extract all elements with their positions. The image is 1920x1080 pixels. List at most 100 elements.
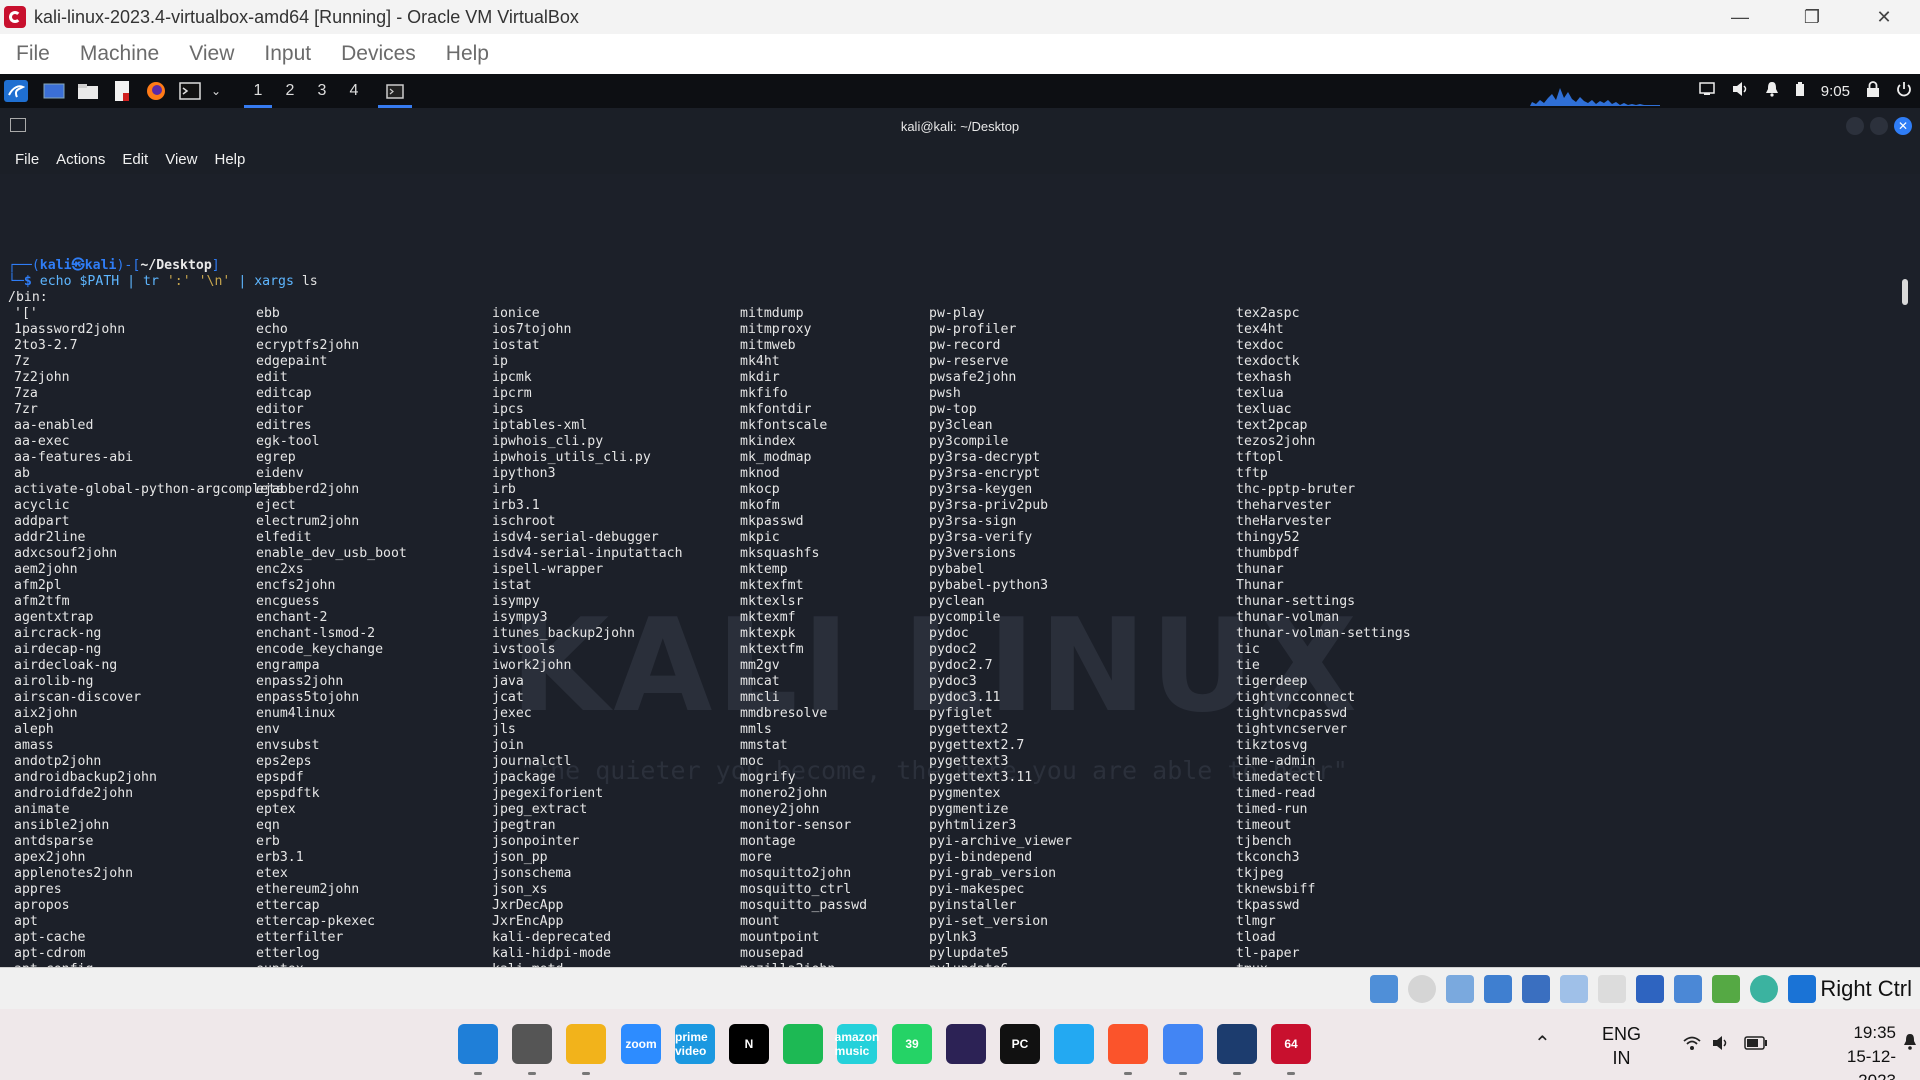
file-entry: ipcs <box>492 402 524 417</box>
cpu-activity-icon[interactable] <box>1712 975 1740 1003</box>
file-entry: pygettext2 <box>929 722 1009 737</box>
terminal-menu-file[interactable]: File <box>15 151 39 168</box>
file-entry: texlua <box>1236 386 1284 401</box>
window-mode-icon[interactable] <box>1674 975 1702 1003</box>
taskbar-app-eclipse[interactable] <box>946 1024 986 1064</box>
network-icon[interactable] <box>1484 975 1512 1003</box>
chevron-down-icon[interactable]: ⌄ <box>204 80 228 102</box>
close-button[interactable]: ✕ <box>1848 0 1920 34</box>
taskbar-app-prime-video[interactable]: prime video <box>675 1024 715 1064</box>
menu-view[interactable]: View <box>189 42 234 66</box>
menu-devices[interactable]: Devices <box>341 42 416 66</box>
file-entry: egrep <box>256 450 296 465</box>
hard-disk-icon[interactable] <box>1370 975 1398 1003</box>
maximize-button[interactable]: ❐ <box>1776 0 1848 34</box>
terminal-menu-view[interactable]: View <box>165 151 197 168</box>
notification-bell-icon[interactable] <box>1765 81 1779 102</box>
taskbar-app-vscode[interactable] <box>1054 1024 1094 1064</box>
file-entry: pydoc3.11 <box>929 690 1001 705</box>
file-manager-icon[interactable] <box>76 80 100 102</box>
display-settings-icon[interactable] <box>1598 975 1626 1003</box>
workspace-4[interactable]: 4 <box>338 74 370 108</box>
usb-icon[interactable] <box>1522 975 1550 1003</box>
menu-input[interactable]: Input <box>264 42 311 66</box>
workspace-3[interactable]: 3 <box>306 74 338 108</box>
terminal-scrollbar[interactable] <box>1902 279 1908 305</box>
file-entry: thingy52 <box>1236 530 1300 545</box>
terminal-launcher-icon[interactable] <box>178 80 202 102</box>
file-entry: aleph <box>14 722 54 737</box>
taskbar-app-task-view[interactable] <box>512 1024 552 1064</box>
file-entry: elfedit <box>256 530 312 545</box>
file-entry: jpeg_extract <box>492 802 588 817</box>
taskbar-app-virtualbox[interactable] <box>1217 1024 1257 1064</box>
mouse-integration-icon[interactable] <box>1788 975 1816 1003</box>
taskbar-app-pycharm[interactable]: PC <box>1000 1024 1040 1064</box>
notification-center-icon[interactable] <box>1902 1033 1918 1056</box>
terminal-maximize-button[interactable] <box>1870 117 1888 135</box>
file-entry: thunar-volman <box>1236 610 1340 625</box>
file-entry: aa-enabled <box>14 418 94 433</box>
show-desktop-icon[interactable] <box>42 80 66 102</box>
panel-clock[interactable]: 9:05 <box>1821 83 1850 100</box>
file-entry: Thunar <box>1236 578 1284 593</box>
taskbar-app-debian-app[interactable]: 64 <box>1271 1024 1311 1064</box>
ls-column-2: ebb echo ecryptfs2john edgepaint edit editcap… <box>256 306 407 967</box>
menu-file[interactable]: File <box>16 42 50 66</box>
taskbar-clock[interactable]: 19:35 15-12-2023 <box>1822 1021 1896 1080</box>
file-entry: epspdf <box>256 770 304 785</box>
running-indicator <box>474 1072 482 1075</box>
taskbar-app-brave[interactable] <box>1108 1024 1148 1064</box>
firefox-icon[interactable] <box>144 80 168 102</box>
terminal-menu-edit[interactable]: Edit <box>122 151 148 168</box>
speaker-icon[interactable] <box>1712 1035 1730 1056</box>
taskbar-app-amazon-music[interactable]: amazon music <box>835 1024 879 1064</box>
terminal-menu-actions[interactable]: Actions <box>56 151 105 168</box>
menu-help[interactable]: Help <box>446 42 489 66</box>
taskbar-app-chrome[interactable] <box>1163 1024 1203 1064</box>
shared-folders-icon[interactable] <box>1560 975 1588 1003</box>
file-entry: aa-exec <box>14 434 70 449</box>
display-icon[interactable] <box>1699 81 1715 101</box>
taskbar-app-netflix[interactable]: N <box>729 1024 769 1064</box>
file-entry: mk4ht <box>740 354 780 369</box>
taskbar-app-windows-start[interactable] <box>458 1024 498 1064</box>
taskbar-app-file-explorer[interactable] <box>566 1024 606 1064</box>
text-editor-icon[interactable] <box>110 80 134 102</box>
battery-tray-icon[interactable] <box>1744 1036 1768 1055</box>
file-entry: aa-features-abi <box>14 450 134 465</box>
file-entry: jsonschema <box>492 866 572 881</box>
chevron-up-icon[interactable]: ⌃ <box>1534 1031 1551 1056</box>
taskbar-app-zoom[interactable]: zoom <box>621 1024 661 1064</box>
logout-icon[interactable] <box>1896 81 1912 102</box>
ls-column-1: '[' 1password2john 2to3-2.7 7z 7z2john 7za 7zr… <box>14 306 284 967</box>
file-entry: airscan-discover <box>14 690 142 705</box>
volume-icon[interactable] <box>1731 81 1749 102</box>
terminal-minimize-button[interactable] <box>1846 117 1864 135</box>
terminal-close-button[interactable]: ✕ <box>1894 117 1912 135</box>
virtualbox-menu-bar: File Machine View Input Devices Help <box>0 34 1920 74</box>
terminal-output[interactable]: KALI LINUX "the quieter you become, the … <box>0 174 1920 967</box>
file-entry: etex <box>256 866 288 881</box>
file-entry: eps2eps <box>256 754 312 769</box>
wifi-icon[interactable] <box>1682 1035 1702 1056</box>
workspace-1[interactable]: 1 <box>242 74 274 108</box>
file-entry: airdecloak-ng <box>14 658 118 673</box>
terminal-menu-help[interactable]: Help <box>214 151 245 168</box>
taskbar-terminal-window[interactable] <box>376 74 414 108</box>
minimize-button[interactable]: — <box>1704 0 1776 34</box>
file-entry: theHarvester <box>1236 514 1332 529</box>
workspace-2[interactable]: 2 <box>274 74 306 108</box>
audio-icon[interactable] <box>1446 975 1474 1003</box>
taskbar-app-whatsapp[interactable]: 39 <box>892 1024 932 1064</box>
guest-additions-icon[interactable] <box>1750 975 1778 1003</box>
video-capture-icon[interactable] <box>1636 975 1664 1003</box>
menu-machine[interactable]: Machine <box>80 42 159 66</box>
prompt-user: kali <box>39 258 72 273</box>
taskbar-app-spotify[interactable] <box>783 1024 823 1064</box>
file-entry: apropos <box>14 898 70 913</box>
input-language[interactable]: ENG IN <box>1602 1022 1641 1070</box>
lock-screen-icon[interactable] <box>1866 80 1880 102</box>
optical-drive-icon[interactable] <box>1408 975 1436 1003</box>
kali-menu-icon[interactable] <box>4 80 28 102</box>
